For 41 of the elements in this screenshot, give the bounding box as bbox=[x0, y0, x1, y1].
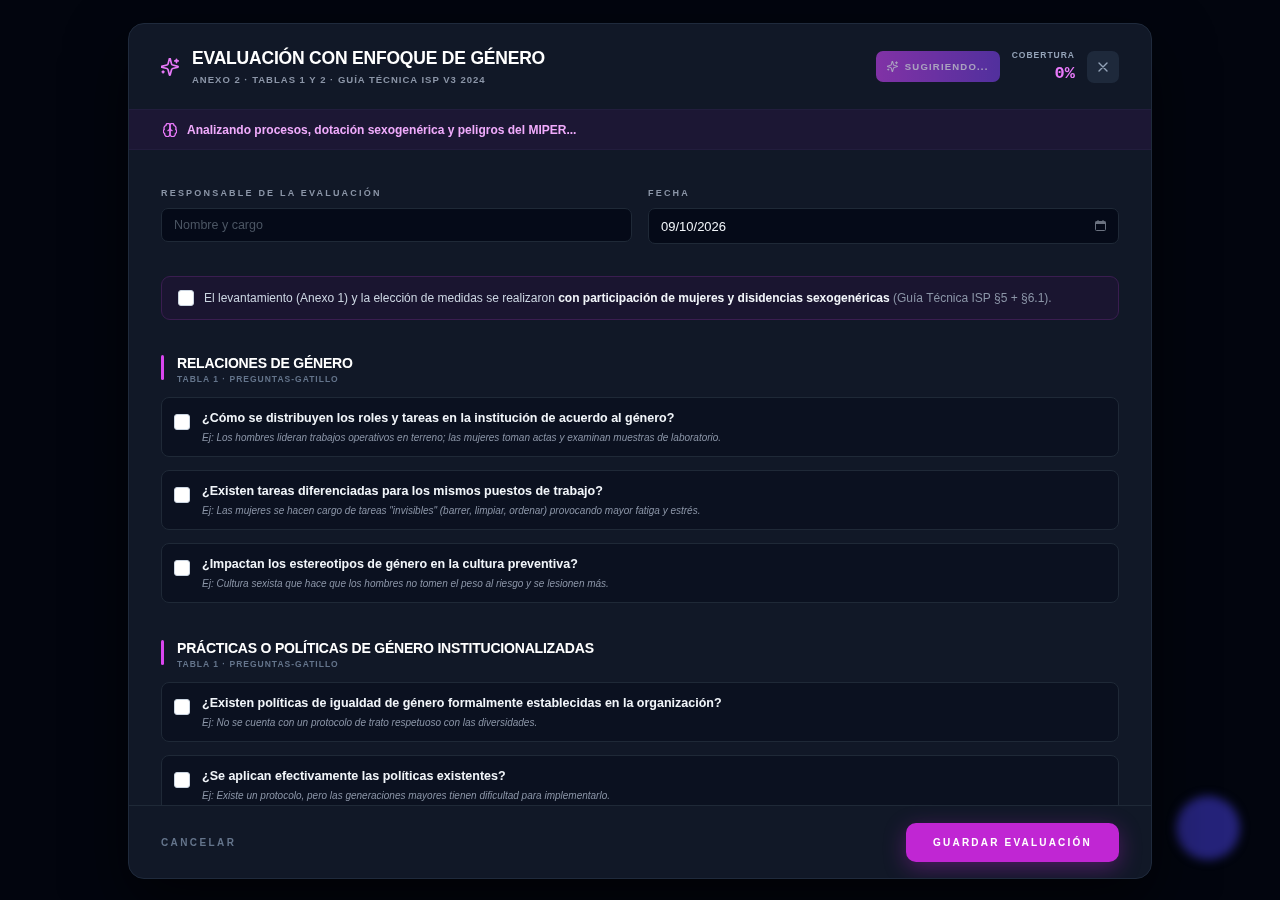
checkbox[interactable] bbox=[174, 699, 190, 715]
save-button[interactable]: GUARDAR EVALUACIÓN bbox=[906, 822, 1119, 862]
checkbox[interactable] bbox=[174, 772, 190, 788]
sparkles-icon bbox=[886, 61, 898, 72]
question-text: ¿Impactan los estereotipos de género en la cultura preventiva? bbox=[202, 556, 579, 573]
example-text: Ej: Existe un protocolo, pero las generaciones mayores tienen dificultad para implementarlo. bbox=[202, 789, 610, 803]
status-text: Analizando procesos, dotación sexogenérica y peligros del MIPER... bbox=[187, 122, 577, 137]
text-field[interactable]: Nombre y cargo bbox=[161, 208, 632, 242]
question-text: ¿Cómo se distribuyen los roles y tareas en la institución de acuerdo al género? bbox=[202, 410, 676, 427]
checkbox[interactable] bbox=[174, 560, 190, 576]
cancel-button[interactable]: CANCELAR bbox=[161, 836, 237, 848]
checkbox[interactable] bbox=[174, 487, 190, 503]
checkbox[interactable] bbox=[178, 290, 194, 306]
example-text: Ej: Los hombres lideran trabajos operativos en terreno; las mujeres toman actas y examinan muestras de laboratorio. bbox=[202, 431, 722, 445]
question-text: ¿Existen tareas diferenciadas para los mismos puestos de trabajo? bbox=[202, 483, 604, 500]
example-text: Ej: Las mujeres se hacen cargo de tareas "invisibles" (barrer, limpiar, ordenar) provocando mayor fatiga y estrés. bbox=[202, 504, 701, 518]
accent-bar bbox=[161, 355, 164, 380]
example-text: Ej: No se cuenta con un protocolo de trato respetuoso con las diversidades. bbox=[202, 716, 539, 730]
participation-text: El levantamiento (Anexo 1) y la elección de medidas se realizaron con participación de mujeres y disidencias sexogenéricas (Guía Técnica ISP §5 + §6.1). bbox=[204, 290, 1052, 306]
section-title: RELACIONES DE GÉNERO bbox=[177, 355, 353, 371]
section-title: PRÁCTICAS O POLÍTICAS DE GÉNERO INSTITUCIONALIZADAS bbox=[177, 640, 594, 656]
dialog-title: EVALUACIÓN CON ENFOQUE DE GÉNERO bbox=[192, 47, 546, 68]
example-text: Ej: Cultura sexista que hace que los hombres no tomen el peso al riesgo y se lesionen más. bbox=[202, 577, 609, 591]
close-icon bbox=[1098, 61, 1108, 72]
section-subtitle: TABLA 1 · PREGUNTAS-GATILLO bbox=[177, 659, 340, 670]
question-text: ¿Se aplican efectivamente las políticas existentes? bbox=[202, 768, 507, 785]
brain-icon bbox=[163, 122, 177, 137]
section-subtitle: TABLA 1 · PREGUNTAS-GATILLO bbox=[177, 374, 340, 385]
coverage-label: COBERTURA bbox=[1011, 50, 1075, 60]
question-text: ¿Existen políticas de igualdad de género formalmente establecidas en la organización? bbox=[202, 695, 722, 712]
coverage-value: 0% bbox=[1054, 65, 1075, 83]
calendar-icon[interactable] bbox=[1095, 220, 1106, 231]
accent-bar bbox=[161, 640, 164, 665]
close-button[interactable] bbox=[1087, 50, 1119, 83]
dialog-subtitle: ANEXO 2 · TABLAS 1 Y 2 · GUÍA TÉCNICA ISP V3 2024 bbox=[192, 73, 487, 86]
date-field[interactable]: 09/10/2026 bbox=[648, 208, 1119, 244]
checkbox[interactable] bbox=[174, 414, 190, 430]
sparkles-icon bbox=[161, 57, 179, 76]
field-label: FECHA bbox=[648, 187, 691, 199]
blurred-circle-drawing bbox=[1176, 796, 1240, 860]
field-label: RESPONSABLE DE LA EVALUACIÓN bbox=[161, 187, 383, 199]
